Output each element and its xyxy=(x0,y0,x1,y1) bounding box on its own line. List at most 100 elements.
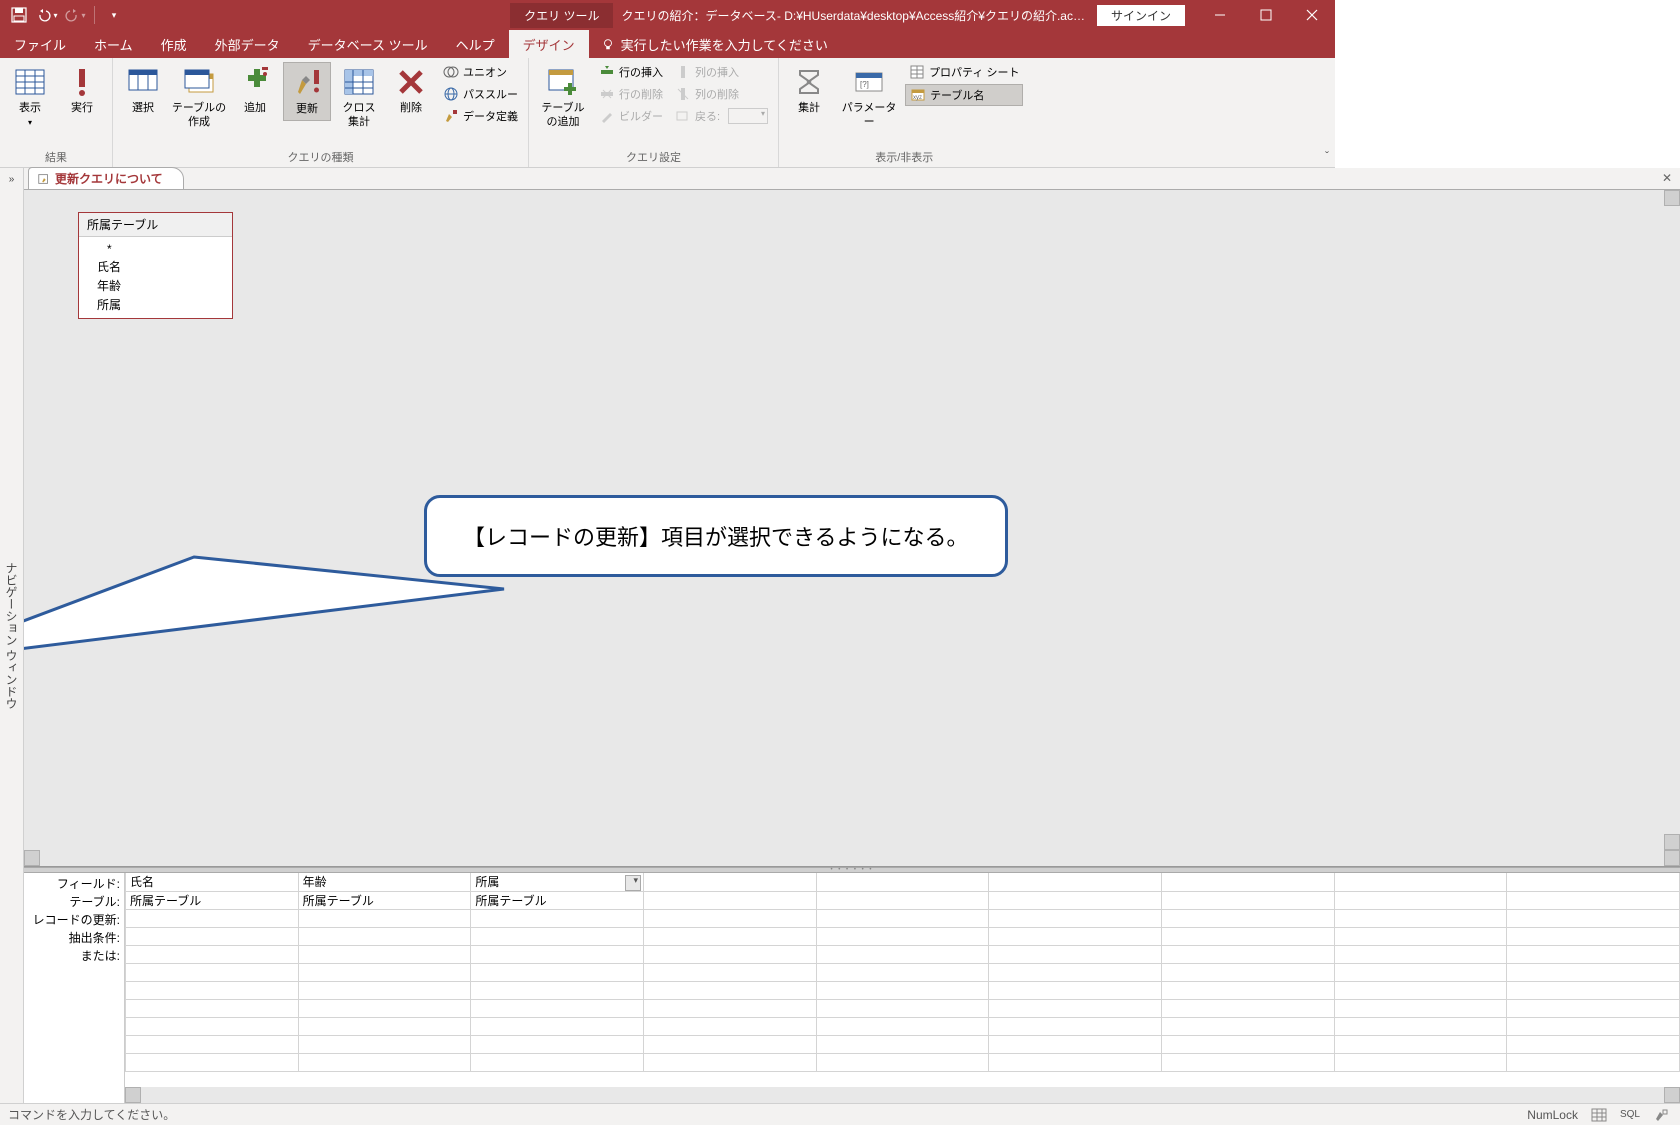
design-view-button[interactable] xyxy=(1650,1106,1672,1124)
insert-row-button[interactable]: 行の挿入 xyxy=(595,62,667,82)
select-query-button[interactable]: 選択 xyxy=(119,62,167,119)
undo-button[interactable]: ▾ xyxy=(36,4,58,26)
datasheet-icon xyxy=(14,66,46,98)
wand-icon xyxy=(599,108,615,124)
window-controls xyxy=(1197,0,1335,30)
update-button[interactable]: 更新 xyxy=(283,62,331,121)
grid-cell[interactable] xyxy=(816,873,989,891)
grid-cell[interactable]: 所属テーブル xyxy=(471,891,644,909)
grid-cell[interactable]: 所属テーブル xyxy=(126,891,299,909)
grid-cell[interactable] xyxy=(643,873,816,891)
totals-button[interactable]: 集計 xyxy=(785,62,833,119)
passthrough-button[interactable]: パススルー xyxy=(439,84,522,104)
grid-cell[interactable] xyxy=(1161,873,1334,891)
datasheet-view-button[interactable] xyxy=(1588,1106,1610,1124)
delete-x-icon xyxy=(395,66,427,98)
datadef-icon xyxy=(443,108,459,124)
grid-cell[interactable] xyxy=(989,873,1162,891)
table-pane[interactable]: 所属テーブル * 氏名 年齢 所属 【レコードの更新】項目が選択できるようになる… xyxy=(24,190,1680,867)
tab-create[interactable]: 作成 xyxy=(147,30,201,58)
maximize-button[interactable] xyxy=(1243,0,1289,30)
grid-cell[interactable] xyxy=(1507,891,1680,909)
grid-cell[interactable]: 年齢 xyxy=(298,873,471,891)
table-field-star[interactable]: * xyxy=(79,241,232,257)
builder-button: ビルダー xyxy=(595,106,667,126)
exclamation-icon xyxy=(66,66,98,98)
quick-access-toolbar: ▾ ▾ ▾ xyxy=(0,4,133,26)
parameters-icon: [?] xyxy=(853,66,885,98)
update-icon xyxy=(291,67,323,99)
make-table-button[interactable]: テーブルの 作成 xyxy=(171,62,227,134)
delete-col-icon xyxy=(675,86,691,102)
table-field[interactable]: 年齢 xyxy=(79,276,232,295)
grid-cell-dropdown[interactable]: 所属 xyxy=(471,873,644,891)
parameters-button[interactable]: [?]パラメーター xyxy=(837,62,901,134)
row-label-criteria: 抽出条件: xyxy=(24,929,120,947)
view-button[interactable]: 表示▾ xyxy=(6,62,54,133)
append-button[interactable]: 追加 xyxy=(231,62,279,119)
horizontal-scrollbar[interactable] xyxy=(24,850,1680,866)
close-button[interactable] xyxy=(1289,0,1335,30)
return-button: 戻る:▾ xyxy=(671,106,772,126)
grid-cell[interactable] xyxy=(1334,891,1507,909)
vertical-scrollbar[interactable] xyxy=(1664,190,1680,850)
chevron-right-icon: » xyxy=(9,174,15,185)
grid-cell[interactable]: 氏名 xyxy=(126,873,299,891)
grid-cells[interactable]: 氏名 年齢 所属 所属テーブル 所属テーブル 所属テーブル xyxy=(124,873,1680,1103)
table-field[interactable]: 氏名 xyxy=(79,257,232,276)
navigation-pane-collapsed[interactable]: » ナビゲーション ウィンドウ xyxy=(0,168,24,1103)
grid-cell[interactable] xyxy=(816,891,989,909)
status-bar: コマンドを入力してください。 NumLock SQL xyxy=(0,1103,1680,1125)
contextual-tab-label: クエリ ツール xyxy=(510,3,613,28)
delete-col-button: 列の削除 xyxy=(671,84,772,104)
tab-home[interactable]: ホーム xyxy=(80,30,147,58)
grid-cell[interactable] xyxy=(1507,873,1680,891)
row-label-or: または: xyxy=(24,947,120,965)
tab-external-data[interactable]: 外部データ xyxy=(201,30,294,58)
grid-horizontal-scrollbar[interactable] xyxy=(125,1087,1680,1103)
tab-database-tools[interactable]: データベース ツール xyxy=(294,30,442,58)
tell-me-search[interactable]: 実行したい作業を入力してください xyxy=(589,35,840,54)
row-label-table: テーブル: xyxy=(24,893,120,911)
grid-cell[interactable] xyxy=(1334,873,1507,891)
crosstab-button[interactable]: クロス 集計 xyxy=(335,62,383,134)
grid-cell[interactable] xyxy=(643,891,816,909)
data-definition-button[interactable]: データ定義 xyxy=(439,106,522,126)
tab-design[interactable]: デザイン xyxy=(509,30,589,58)
tell-me-placeholder: 実行したい作業を入力してください xyxy=(621,35,828,54)
svg-text:[?]: [?] xyxy=(860,80,869,89)
grid-cell[interactable] xyxy=(989,891,1162,909)
qat-customize-button[interactable]: ▾ xyxy=(103,4,125,26)
row-label-field: フィールド: xyxy=(24,875,120,893)
window-title: クエリの紹介：データベース- D:¥HUserdata¥desktop¥Acce… xyxy=(613,7,1093,24)
minimize-button[interactable] xyxy=(1197,0,1243,30)
collapse-ribbon-button[interactable]: ˇ xyxy=(1325,149,1329,163)
table-field-list[interactable]: 所属テーブル * 氏名 年齢 所属 xyxy=(78,212,233,319)
add-table-icon xyxy=(547,66,579,98)
tab-help[interactable]: ヘルプ xyxy=(442,30,509,58)
table-names-button[interactable]: xyzテーブル名 xyxy=(905,84,1023,106)
redo-button[interactable]: ▾ xyxy=(64,4,86,26)
run-button[interactable]: 実行 xyxy=(58,62,106,119)
add-table-button[interactable]: テーブル の追加 xyxy=(535,62,591,134)
property-sheet-button[interactable]: プロパティ シート xyxy=(905,62,1023,82)
ribbon-tabs: ファイル ホーム 作成 外部データ データベース ツール ヘルプ デザイン 実行… xyxy=(0,30,1335,58)
save-button[interactable] xyxy=(8,4,30,26)
grid-row-labels: フィールド: テーブル: レコードの更新: 抽出条件: または: xyxy=(24,873,124,1103)
union-button[interactable]: ユニオン xyxy=(439,62,522,82)
update-query-icon xyxy=(37,172,51,186)
ribbon-group-results: 表示▾ 実行 結果 xyxy=(0,58,113,167)
query-tab[interactable]: 更新クエリについて xyxy=(28,167,184,189)
delete-query-button[interactable]: 削除 xyxy=(387,62,435,119)
select-query-icon xyxy=(127,66,159,98)
grid-cell[interactable] xyxy=(1161,891,1334,909)
make-table-icon xyxy=(183,66,215,98)
tab-file[interactable]: ファイル xyxy=(0,30,80,58)
signin-button[interactable]: サインイン xyxy=(1097,5,1185,26)
grid-cell[interactable]: 所属テーブル xyxy=(298,891,471,909)
grid-row-field: 氏名 年齢 所属 xyxy=(126,873,1680,891)
table-field[interactable]: 所属 xyxy=(79,295,232,314)
document-area: » ナビゲーション ウィンドウ 更新クエリについて ✕ 所属テーブル * 氏名 … xyxy=(0,168,1680,1103)
sql-view-button[interactable]: SQL xyxy=(1620,1109,1640,1120)
close-tab-button[interactable]: ✕ xyxy=(1662,171,1672,185)
